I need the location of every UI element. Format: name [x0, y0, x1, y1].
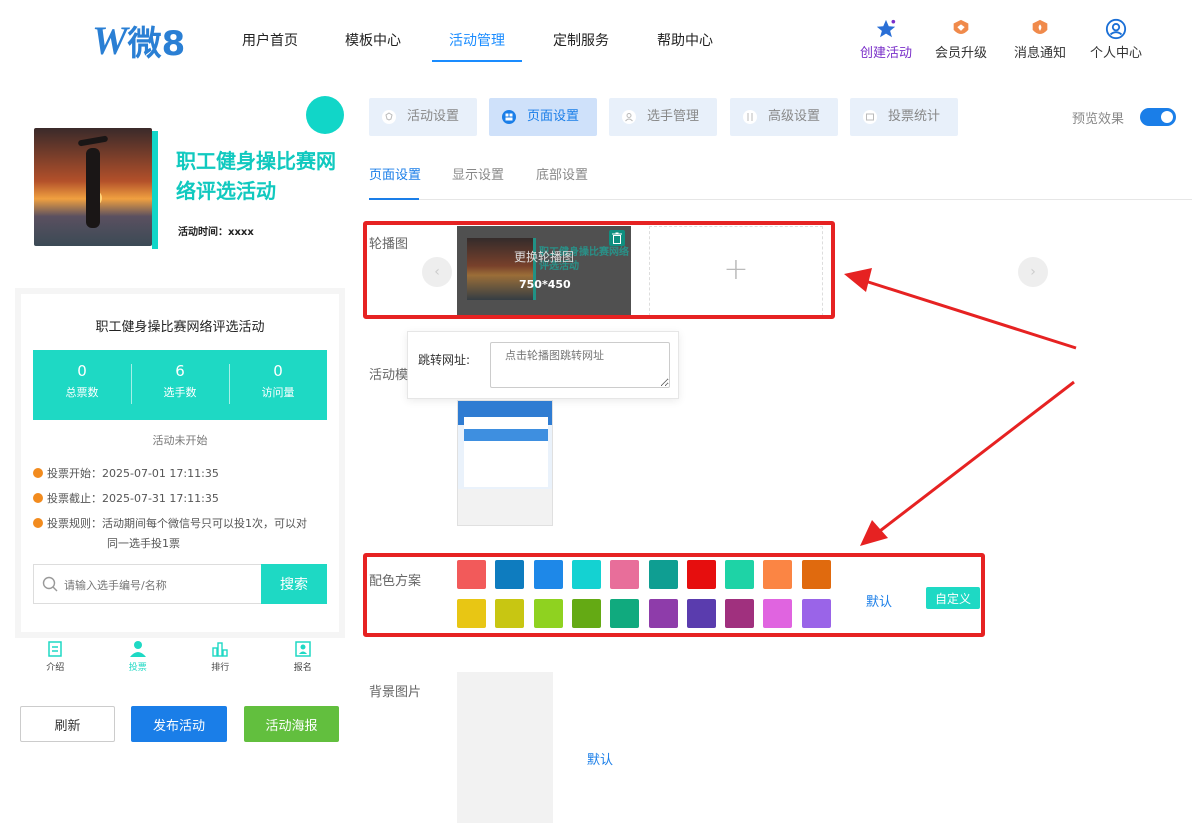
activity-poster-button[interactable]: 活动海报 [244, 706, 339, 742]
info-dot-icon [33, 468, 43, 478]
subtab-active-underline [369, 198, 419, 200]
create-activity-label: 创建活动 [859, 46, 912, 61]
create-activity-button[interactable]: 创建活动 [856, 18, 916, 61]
sliders-icon [743, 110, 757, 124]
tab-advanced-settings[interactable]: 高级设置 [730, 98, 838, 136]
logo[interactable]: W 微8 [92, 17, 186, 64]
signup-icon [295, 641, 311, 657]
info-dot-icon [33, 493, 43, 503]
publish-activity-button[interactable]: 发布活动 [131, 706, 227, 742]
info-dot-icon [33, 518, 43, 528]
nav-template-center[interactable]: 模板中心 [345, 30, 401, 50]
subtab-page-settings[interactable]: 页面设置 [369, 164, 421, 183]
jump-url-input[interactable] [490, 342, 670, 388]
carousel-next-arrow[interactable]: › [1018, 257, 1048, 287]
subtab-display-settings[interactable]: 显示设置 [452, 164, 504, 183]
stat-visits: 0 访问量 [229, 350, 327, 420]
subtab-footer-settings[interactable]: 底部设置 [536, 164, 588, 183]
nav-custom-service[interactable]: 定制服务 [553, 30, 609, 50]
background-image-slot[interactable] [457, 672, 553, 823]
yoga-banner-image [34, 128, 152, 246]
layout-icon [502, 110, 516, 124]
tab-vote-statistics[interactable]: 投票统计 [850, 98, 958, 136]
nav-active-underline [432, 60, 522, 62]
document-icon [48, 641, 62, 657]
tab-activity-settings[interactable]: 活动设置 [369, 98, 477, 136]
stat-total-votes: 0 总票数 [65, 362, 99, 399]
search-icon [42, 576, 58, 592]
mobile-preview: 职工健身操比赛网络评选活动 活动时间：xxxx 职工健身操比赛网络评选活动 0总… [14, 96, 345, 641]
user-circle-icon [1105, 18, 1127, 40]
contestant-search [33, 564, 261, 604]
jump-url-popover: 跳转网址: [407, 331, 679, 399]
logo-mark: W [92, 17, 128, 63]
calendar-icon [863, 110, 877, 124]
activity-info-card: 职工健身操比赛网络评选活动 0 总票数 6 选手数 0 访问量 活动未开始 投票开始：… [15, 288, 345, 638]
activity-status: 活动未开始 [152, 434, 208, 447]
tab-ranking[interactable]: 排行 [179, 636, 262, 680]
search-input[interactable] [64, 573, 254, 597]
banner-time: 活动时间：xxxx [178, 227, 254, 238]
personal-center-label: 个人中心 [1089, 46, 1142, 61]
message-notification-button[interactable]: 消息通知 [1010, 18, 1070, 61]
tab-signup[interactable]: 报名 [262, 636, 345, 680]
tab-vote[interactable]: 投票 [97, 636, 180, 680]
personal-center-button[interactable]: 个人中心 [1086, 18, 1146, 61]
page-settings-subtabs: 页面设置 显示设置 底部设置 [369, 160, 1192, 200]
nav-activity-management[interactable]: 活动管理 [449, 30, 505, 50]
highlight-box-carousel [363, 221, 835, 319]
highlight-box-colors [363, 553, 985, 637]
tab-page-settings[interactable]: 页面设置 [489, 98, 597, 136]
background-default-link[interactable]: 默认 [587, 749, 613, 768]
star-icon [876, 19, 896, 38]
top-navigation: W 微8 用户首页 模板中心 活动管理 定制服务 帮助中心 创建活动 会员升级 … [0, 0, 1200, 82]
preview-effect-label: 预览效果 [1072, 112, 1125, 127]
rule-voting: 投票规则：活动期间每个微信号只可以投1次，可以对 [33, 514, 307, 534]
preview-banner: 职工健身操比赛网络评选活动 活动时间：xxxx [14, 96, 344, 276]
preview-tabbar: 介绍 投票 排行 报名 [14, 636, 344, 680]
rule-end: 投票截止：2025-07-31 17:11:35 [33, 489, 219, 509]
activity-title: 职工健身操比赛网络评选活动 [95, 320, 265, 335]
member-upgrade-label: 会员升级 [934, 46, 987, 61]
user-icon [622, 110, 636, 124]
activity-template-label: 活动模 [369, 368, 409, 383]
ranking-icon [212, 642, 228, 657]
member-badge-icon [953, 19, 969, 35]
search-button[interactable]: 搜索 [261, 564, 327, 604]
stats-bar: 0 总票数 6 选手数 0 访问量 [33, 350, 327, 420]
preview-actions: 刷新 发布活动 活动海报 [20, 706, 340, 742]
shield-icon [382, 110, 396, 124]
message-notification-label: 消息通知 [1013, 46, 1066, 61]
person-icon [129, 641, 146, 657]
logo-text: 微8 [127, 23, 186, 64]
banner-title: 职工健身操比赛网络评选活动 [176, 149, 336, 203]
tab-intro[interactable]: 介绍 [14, 636, 97, 680]
activity-template-thumbnail[interactable] [457, 400, 553, 526]
rule-start: 投票开始：2025-07-01 17:11:35 [33, 464, 219, 484]
banner-accent-bar [152, 131, 158, 249]
member-upgrade-button[interactable]: 会员升级 [931, 18, 991, 61]
preview-effect-toggle[interactable] [1140, 108, 1176, 126]
background-image-label: 背景图片 [369, 685, 422, 700]
stat-contestants: 6 选手数 [131, 350, 229, 420]
rule-voting-cont: 同一选手投1票 [107, 537, 180, 550]
banner-decoration-circle [306, 96, 344, 134]
nav-help-center[interactable]: 帮助中心 [657, 30, 713, 50]
refresh-button[interactable]: 刷新 [20, 706, 115, 742]
jump-url-label: 跳转网址: [418, 353, 471, 367]
tab-contestant-management[interactable]: 选手管理 [609, 98, 717, 136]
nav-user-home[interactable]: 用户首页 [242, 30, 298, 50]
notification-badge-icon [1032, 19, 1048, 35]
